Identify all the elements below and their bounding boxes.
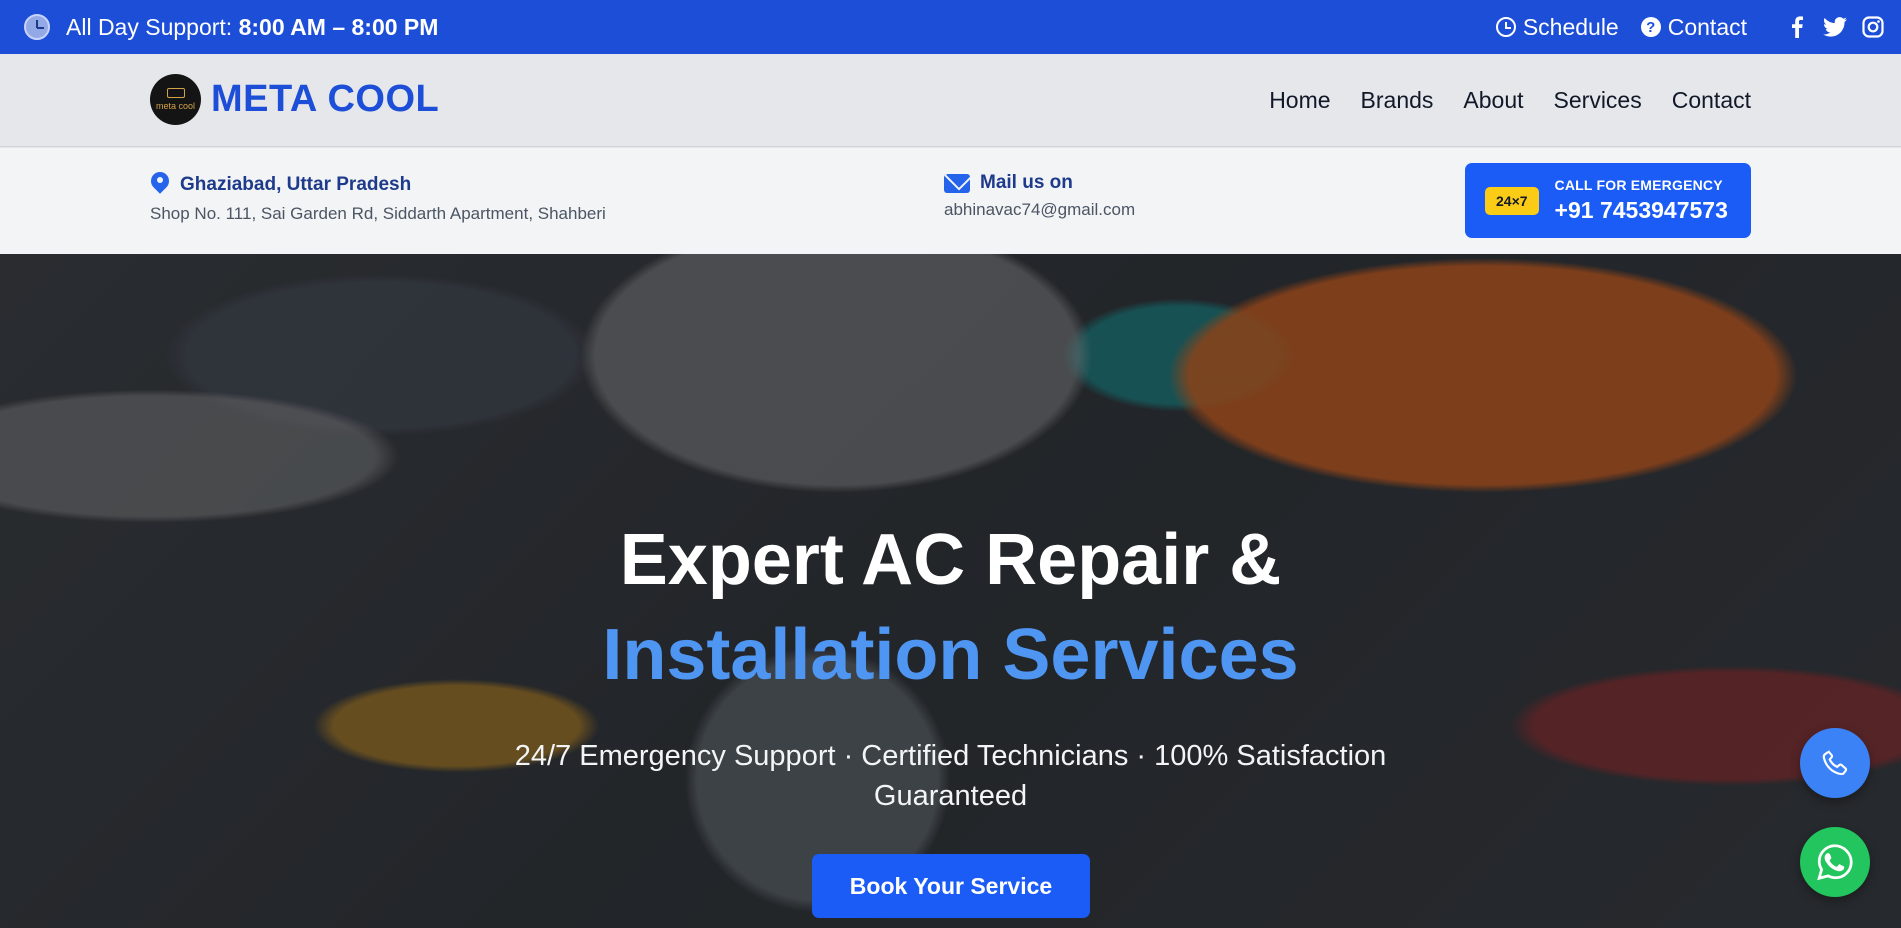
social-links bbox=[1785, 15, 1885, 39]
support-text: All Day Support: 8:00 AM – 8:00 PM bbox=[66, 14, 438, 41]
location-info: Ghaziabad, Uttar Pradesh Shop No. 111, S… bbox=[150, 172, 606, 224]
mail-address[interactable]: abhinavac74@gmail.com bbox=[944, 200, 1135, 220]
book-service-button[interactable]: Book Your Service bbox=[812, 854, 1090, 918]
schedule-label: Schedule bbox=[1522, 13, 1619, 40]
question-icon: ? bbox=[1640, 17, 1661, 37]
twitter-icon[interactable] bbox=[1823, 15, 1847, 39]
contact-info-bar: Ghaziabad, Uttar Pradesh Shop No. 111, S… bbox=[0, 148, 1901, 254]
availability-badge: 24×7 bbox=[1485, 186, 1539, 215]
mail-info: Mail us on abhinavac74@gmail.com bbox=[944, 172, 1135, 220]
phone-icon bbox=[1822, 750, 1848, 776]
location-address: Shop No. 111, Sai Garden Rd, Siddarth Ap… bbox=[150, 204, 606, 223]
clock-icon bbox=[24, 14, 50, 40]
hero-subtitle: 24/7 Emergency Support · Certified Techn… bbox=[514, 740, 1387, 812]
top-links: Schedule ? Contact bbox=[1495, 0, 1901, 54]
contact-label: Contact bbox=[1667, 13, 1747, 40]
support-info: All Day Support: 8:00 AM – 8:00 PM bbox=[24, 0, 438, 54]
contact-link[interactable]: ? Contact bbox=[1640, 13, 1747, 41]
site-header: meta cool META COOL Home Brands About Se… bbox=[0, 54, 1901, 147]
brand-name: META COOL bbox=[211, 78, 440, 120]
support-hours: 8:00 AM – 8:00 PM bbox=[238, 13, 439, 40]
nav-services[interactable]: Services bbox=[1554, 87, 1642, 114]
top-support-bar: All Day Support: 8:00 AM – 8:00 PM Sched… bbox=[0, 0, 1901, 54]
whatsapp-icon bbox=[1817, 844, 1853, 881]
hero-section: Expert AC Repair & Installation Services… bbox=[0, 254, 1901, 928]
schedule-link[interactable]: Schedule bbox=[1495, 13, 1619, 41]
support-label: All Day Support: bbox=[66, 13, 233, 40]
hero-title-line2: Installation Services bbox=[602, 615, 1299, 695]
logo-text: meta cool bbox=[155, 101, 196, 111]
mail-title: Mail us on bbox=[980, 172, 1073, 193]
ac-unit-icon bbox=[166, 88, 185, 98]
location-title: Ghaziabad, Uttar Pradesh bbox=[180, 174, 412, 195]
nav-home[interactable]: Home bbox=[1269, 87, 1330, 114]
clock-icon bbox=[1495, 17, 1516, 37]
hero-title-line1: Expert AC Repair & bbox=[619, 520, 1282, 600]
emergency-phone: +91 7453947573 bbox=[1554, 197, 1728, 223]
instagram-icon[interactable] bbox=[1861, 15, 1885, 39]
brand-logo: meta cool bbox=[150, 74, 201, 125]
emergency-label: CALL FOR EMERGENCY bbox=[1554, 177, 1723, 193]
nav-brands[interactable]: Brands bbox=[1361, 87, 1434, 114]
nav-contact[interactable]: Contact bbox=[1672, 87, 1751, 114]
brand[interactable]: meta cool META COOL bbox=[150, 74, 439, 125]
envelope-icon bbox=[944, 173, 970, 193]
emergency-call-button[interactable]: 24×7 CALL FOR EMERGENCY +91 7453947573 bbox=[1465, 163, 1751, 238]
facebook-icon[interactable] bbox=[1785, 15, 1809, 39]
map-pin-icon bbox=[150, 172, 170, 198]
main-nav: Home Brands About Services Contact bbox=[1269, 54, 1751, 147]
whatsapp-floating-button[interactable] bbox=[1800, 827, 1870, 897]
call-floating-button[interactable] bbox=[1800, 728, 1870, 798]
nav-about[interactable]: About bbox=[1463, 87, 1523, 114]
